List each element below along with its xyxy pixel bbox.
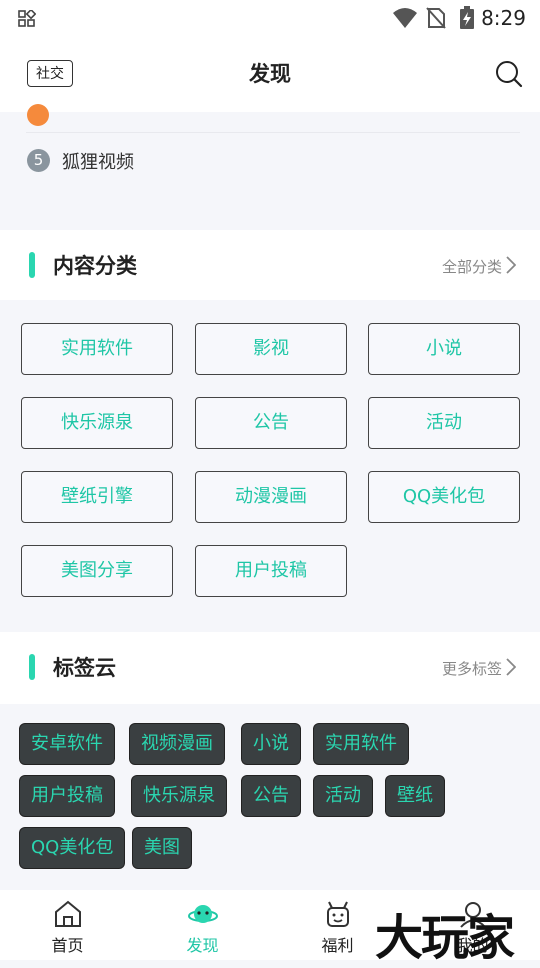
tag-chip[interactable]: 用户投稿	[20, 776, 114, 816]
category-button[interactable]: QQ美化包	[368, 471, 520, 523]
tag-chip[interactable]: QQ美化包	[20, 828, 125, 868]
tab-discover[interactable]: 发现	[135, 890, 270, 960]
more-tags-link[interactable]: 更多标签	[442, 658, 502, 679]
tag-chip[interactable]: 壁纸	[386, 776, 444, 816]
tab-label: 发现	[186, 936, 219, 955]
categories-title: 内容分类	[53, 254, 137, 278]
planet-icon	[188, 905, 218, 923]
tag-chip[interactable]: 视频漫画	[130, 724, 224, 764]
chevron-right-icon[interactable]	[506, 256, 516, 274]
app-grid-icon	[18, 10, 36, 27]
category-button[interactable]: 美图分享	[21, 545, 173, 597]
section-accent-bar	[29, 252, 35, 278]
home-icon	[55, 900, 81, 927]
category-button[interactable]: 活动	[368, 397, 520, 449]
tags-title: 标签云	[53, 656, 116, 680]
status-bar: 8:29	[0, 0, 540, 36]
category-button[interactable]: 壁纸引擎	[21, 471, 173, 523]
tag-chip[interactable]: 活动	[314, 776, 372, 816]
search-icon[interactable]	[495, 60, 523, 88]
tag-chip[interactable]: 安卓软件	[20, 724, 114, 764]
category-button[interactable]: 小说	[368, 323, 520, 375]
tab-label: 首页	[51, 936, 84, 955]
tag-chip[interactable]: 快乐源泉	[132, 776, 226, 816]
page-title: 发现	[249, 62, 291, 86]
rank-badge-5: 5	[27, 149, 50, 172]
rank-item-title: 狐狸视频	[62, 152, 134, 173]
tab-home[interactable]: 首页	[0, 890, 135, 960]
app-bar: 社交 发现	[0, 36, 540, 112]
category-button[interactable]: 实用软件	[21, 323, 173, 375]
rank-badge-4	[27, 104, 49, 126]
clock-time: 8:29	[481, 6, 526, 30]
category-button[interactable]: 用户投稿	[195, 545, 347, 597]
tag-chip[interactable]: 美图	[133, 828, 191, 868]
no-sim-icon	[426, 7, 446, 29]
tag-chip[interactable]: 公告	[242, 776, 300, 816]
ranking-list: 5 狐狸视频	[0, 104, 540, 230]
all-categories-link[interactable]: 全部分类	[442, 256, 502, 277]
category-button[interactable]: 动漫漫画	[195, 471, 347, 523]
android-face-icon	[327, 901, 349, 927]
battery-charging-icon	[460, 6, 474, 29]
category-button[interactable]: 影视	[195, 323, 347, 375]
watermark-logo: 大玩家	[375, 910, 515, 966]
tags-header: 标签云 更多标签	[0, 632, 540, 704]
category-button[interactable]: 公告	[195, 397, 347, 449]
tag-cloud: 安卓软件 视频漫画 小说 实用软件 用户投稿 快乐源泉 公告 活动 壁纸 QQ美…	[0, 704, 540, 890]
categories-header: 内容分类 全部分类	[0, 230, 540, 300]
chevron-right-icon[interactable]	[506, 658, 516, 676]
tag-chip[interactable]: 实用软件	[314, 724, 408, 764]
section-accent-bar	[29, 654, 35, 680]
divider	[26, 132, 520, 133]
tag-chip[interactable]: 小说	[242, 724, 300, 764]
category-grid: 实用软件 影视 小说 快乐源泉 公告 活动 壁纸引擎 动漫漫画 QQ美化包 美图…	[0, 300, 540, 632]
category-button[interactable]: 快乐源泉	[21, 397, 173, 449]
wifi-icon	[393, 8, 417, 28]
